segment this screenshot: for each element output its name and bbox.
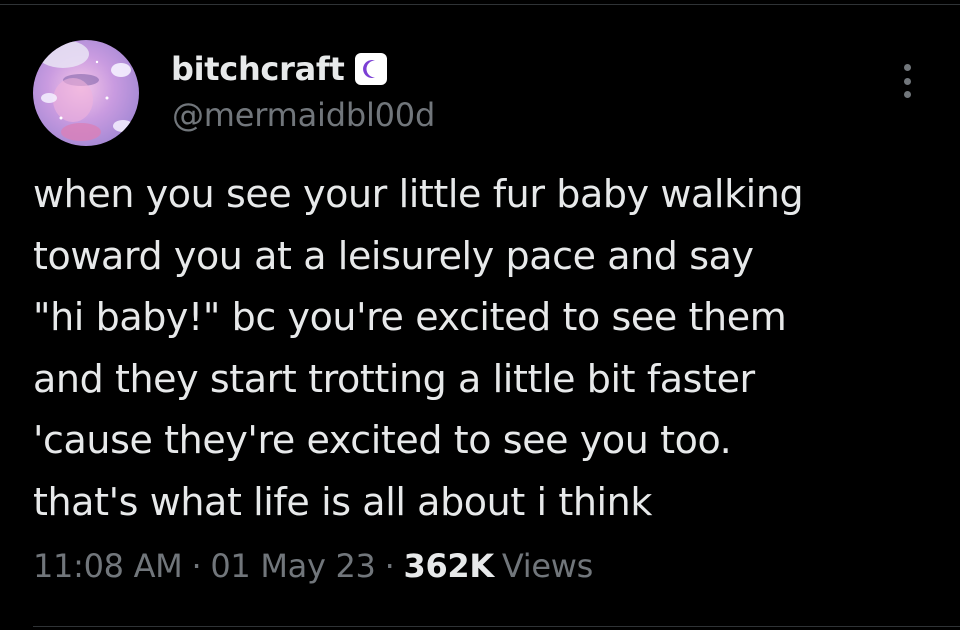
- author-name-row[interactable]: bitchcraft: [171, 47, 387, 91]
- tweet-text: when you see your little fur baby walkin…: [33, 164, 948, 533]
- top-divider: [0, 4, 960, 5]
- tweet-text-line: toward you at a leisurely pace and say: [33, 233, 754, 278]
- tweet-date[interactable]: 01 May 23: [210, 547, 376, 585]
- meta-separator: ·: [191, 547, 202, 585]
- tweet-text-line: when you see your little fur baby walkin…: [33, 172, 804, 216]
- tweet-text-line: and they start trotting a little bit fas…: [33, 356, 755, 401]
- more-vertical-icon: [903, 77, 911, 85]
- bottom-divider: [33, 626, 960, 627]
- tweet-meta: 11:08 AM · 01 May 23 · 362K Views: [33, 547, 593, 585]
- tweet-text-line: 'cause they're excited to see you too.: [33, 418, 732, 462]
- more-vertical-icon: [903, 91, 911, 98]
- author-handle[interactable]: @mermaidbl00d: [172, 96, 435, 134]
- tweet-time[interactable]: 11:08 AM: [33, 547, 183, 585]
- views-count[interactable]: 362K: [404, 547, 495, 585]
- crescent-moon-icon: [354, 53, 387, 85]
- avatar[interactable]: [33, 40, 139, 146]
- more-vertical-icon: [903, 64, 911, 71]
- tweet-text-line: "hi baby!" bc you're excited to see them: [33, 295, 787, 339]
- more-options-button[interactable]: [890, 62, 924, 100]
- views-label: Views: [501, 547, 594, 585]
- meta-separator: ·: [384, 547, 395, 585]
- tweet-text-line: that's what life is all about i think: [33, 479, 652, 524]
- display-name[interactable]: bitchcraft: [171, 50, 345, 88]
- profile-photo-icon: [33, 40, 139, 146]
